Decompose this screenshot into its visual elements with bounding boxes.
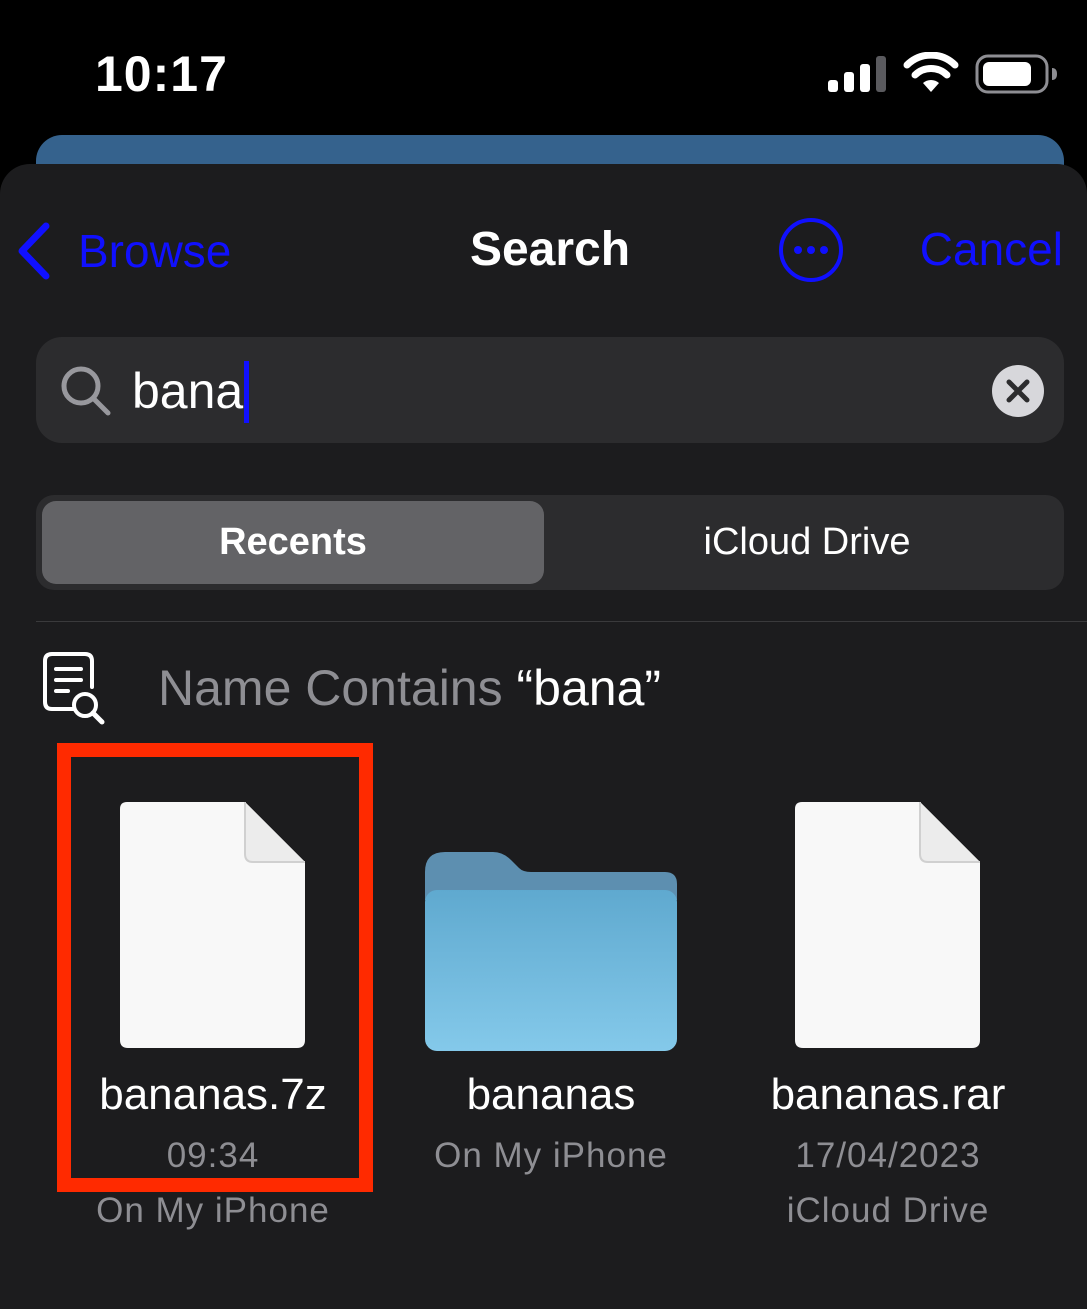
browse-back-button[interactable]: Browse (14, 222, 231, 280)
filter-label: Name Contains “bana” (158, 659, 661, 717)
folder-location: On My iPhone (434, 1136, 668, 1175)
scope-segmented-control: Recents iCloud Drive (36, 495, 1064, 590)
file-location: On My iPhone (96, 1191, 330, 1230)
divider (36, 621, 1087, 622)
text-caret (244, 360, 250, 423)
clear-search-button[interactable] (992, 365, 1044, 417)
wifi-icon (903, 52, 959, 92)
filter-term: “bana” (516, 660, 662, 716)
filter-prefix: Name Contains (158, 660, 517, 716)
folder-icon (425, 852, 677, 1051)
cellular-signal-icon (828, 56, 886, 92)
search-field[interactable]: bana (36, 337, 1064, 443)
search-input[interactable]: bana (132, 360, 250, 423)
chevron-left-icon (18, 222, 50, 280)
status-time: 10:17 (95, 46, 228, 102)
document-icon (795, 802, 980, 1048)
file-date: 09:34 (166, 1136, 260, 1175)
file-location: iCloud Drive (786, 1191, 990, 1230)
file-name: bananas.rar (770, 1070, 1006, 1119)
search-icon (61, 366, 111, 416)
search-input-text: bana (132, 363, 244, 419)
folder-name: bananas (466, 1070, 636, 1119)
file-name: bananas.7z (99, 1070, 327, 1119)
ellipsis-circle-icon[interactable] (778, 217, 844, 283)
clear-icon (1006, 379, 1030, 403)
file-date: 17/04/2023 (795, 1136, 981, 1175)
battery-icon (975, 54, 1057, 94)
document-icon (120, 802, 305, 1048)
name-contains-filter[interactable]: Name Contains “bana” (40, 648, 661, 728)
segment-icloud-drive[interactable]: iCloud Drive (556, 501, 1058, 584)
status-bar: 10:17 (0, 0, 1087, 135)
doc-search-icon (43, 652, 105, 725)
cancel-button[interactable]: Cancel (920, 222, 1063, 276)
segment-recents[interactable]: Recents (42, 501, 544, 584)
browse-label: Browse (78, 225, 232, 277)
